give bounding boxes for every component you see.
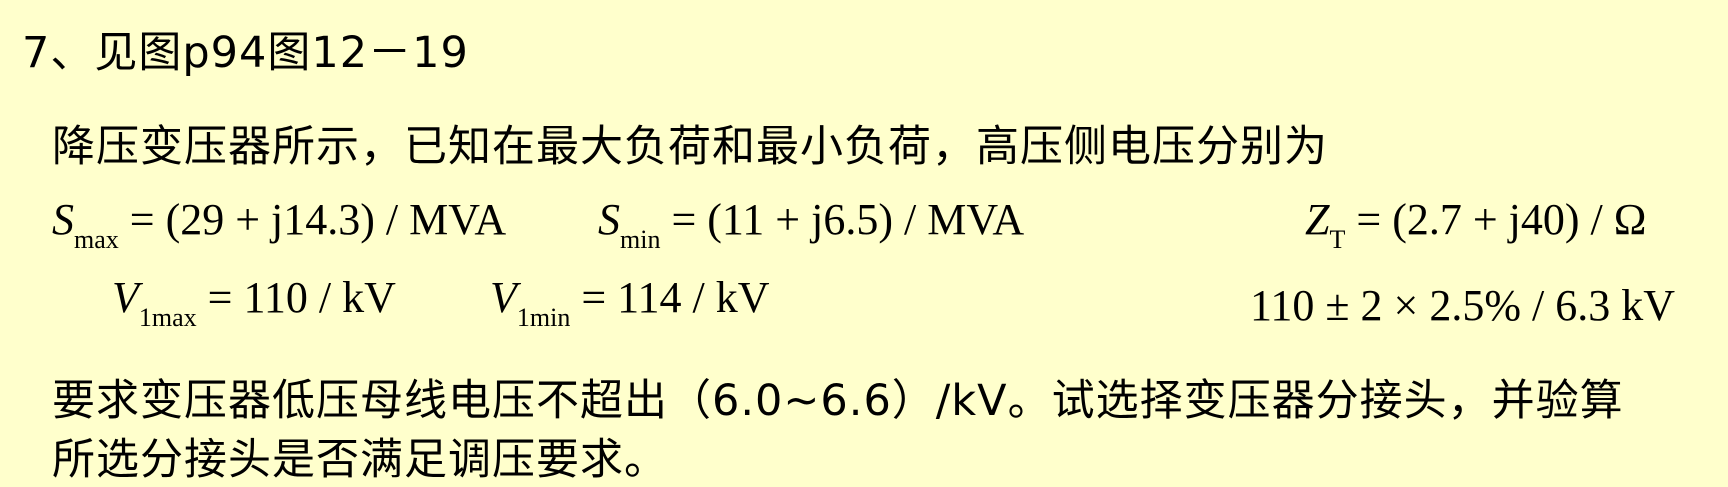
- equation-smin: Smin = (11 + j6.5) / MVA: [598, 194, 1025, 253]
- symbol: S: [52, 195, 74, 244]
- equation-v1min: V1min = 114 / kV: [490, 272, 770, 331]
- problem-number: 7、见图p94图12－19: [22, 28, 469, 78]
- subscript: max: [74, 225, 119, 254]
- symbol: S: [598, 195, 620, 244]
- equation-tap-ratio: 110 ± 2 × 2.5% / 6.3 kV: [1250, 281, 1675, 330]
- subscript: min: [620, 225, 661, 254]
- subscript: 1max: [138, 303, 197, 332]
- symbol: V: [490, 273, 517, 322]
- symbol: V: [112, 273, 139, 322]
- equation-smax: Smax = (29 + j14.3) / MVA: [52, 194, 507, 253]
- requirement-line-2: 所选分接头是否满足调压要求。: [52, 435, 668, 485]
- value: = 114 / kV: [581, 273, 770, 322]
- value: = (11 + j6.5) / MVA: [671, 195, 1025, 244]
- requirement-line-1: 要求变压器低压母线电压不超出（6.0~6.6）/kV。试选择变压器分接头，并验算: [52, 376, 1624, 426]
- value: = (29 + j14.3) / MVA: [129, 195, 507, 244]
- value: = (2.7 + j40) / Ω: [1356, 195, 1647, 244]
- value: = 110 / kV: [207, 273, 396, 322]
- symbol: Z: [1305, 195, 1330, 244]
- subscript: 1min: [516, 303, 571, 332]
- subscript: T: [1329, 225, 1346, 254]
- equation-v1max: V1max = 110 / kV: [112, 272, 396, 331]
- problem-intro: 降压变压器所示，已知在最大负荷和最小负荷，高压侧电压分别为: [52, 122, 1328, 172]
- equation-zt: ZT = (2.7 + j40) / Ω: [1305, 194, 1647, 253]
